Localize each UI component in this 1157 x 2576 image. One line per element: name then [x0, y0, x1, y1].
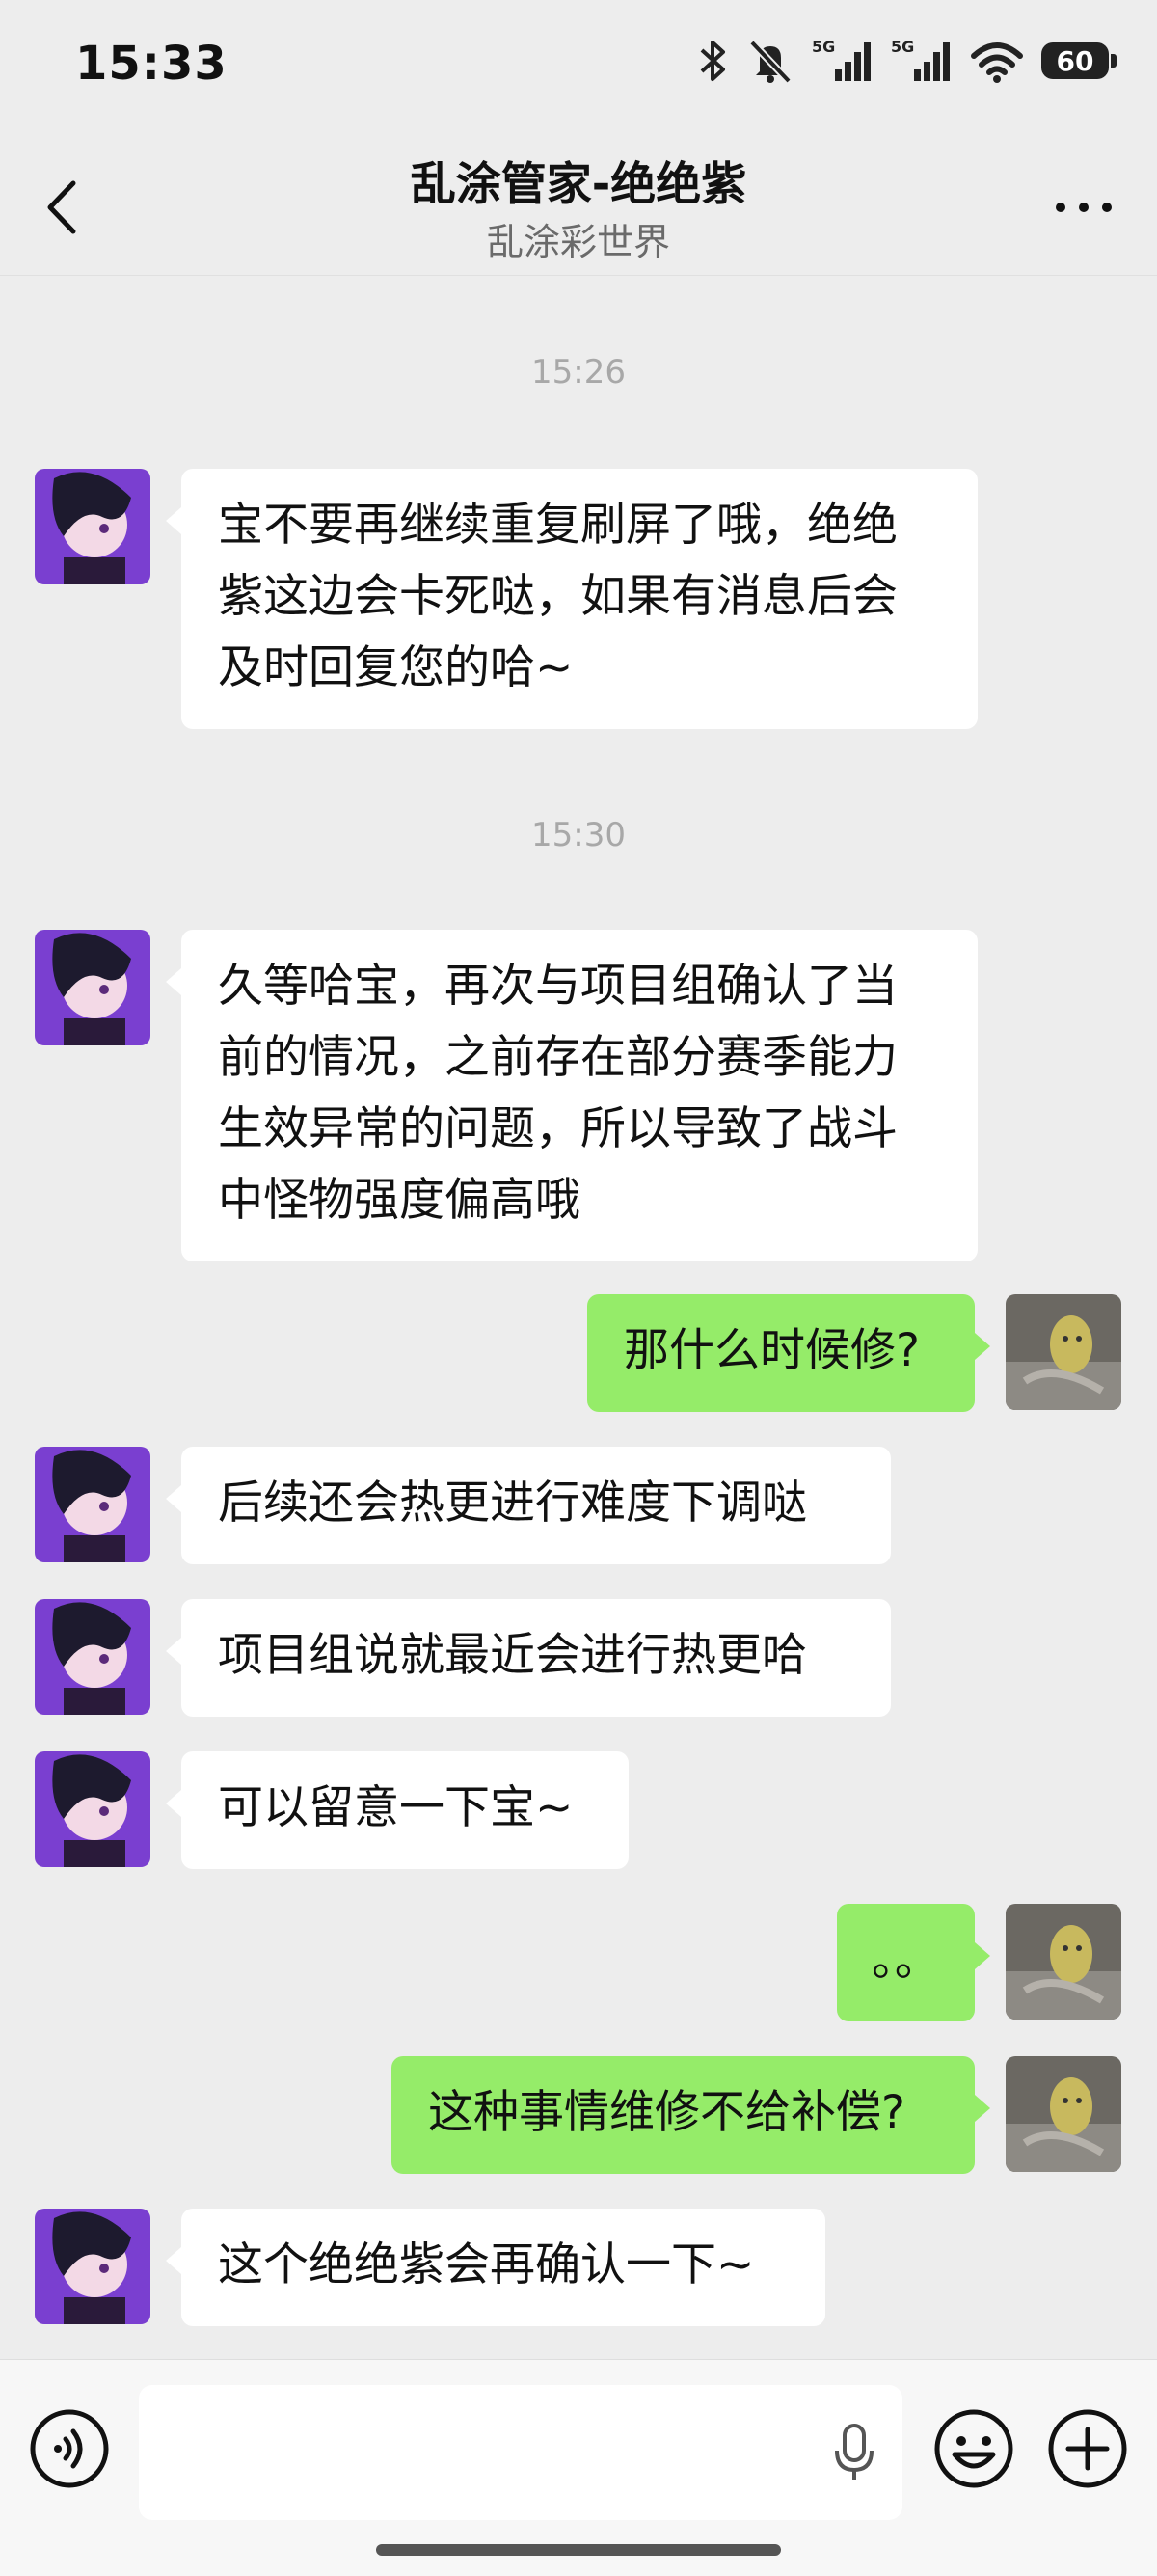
mute-icon: [749, 40, 792, 83]
chat-subtitle: 乱涂彩世界: [486, 221, 670, 263]
message-bubble-incoming[interactable]: 可以留意一下宝~: [166, 1751, 629, 1869]
message-timestamp: 15:26: [531, 353, 626, 392]
agent-avatar[interactable]: [35, 1447, 150, 1562]
more-button[interactable]: [1045, 183, 1122, 231]
chat-header: 乱涂管家-绝绝紫 乱涂彩世界: [0, 135, 1157, 276]
message-timestamp: 15:30: [531, 816, 626, 854]
status-bar: 15:33 5G 5G 60: [0, 0, 1157, 135]
voice-icon: [30, 2409, 109, 2488]
agent-avatar[interactable]: [35, 1751, 150, 1867]
wifi-icon: [971, 42, 1023, 83]
message-bubble-incoming[interactable]: 宝不要再继续重复刷屏了哦，绝绝紫这边会卡死哒，如果有消息后会及时回复您的哈~: [166, 469, 978, 729]
message-bubble-incoming[interactable]: 这个绝绝紫会再确认一下~: [166, 2209, 825, 2326]
message-list[interactable]: 15:26 宝不要再继续重复刷屏了哦，绝绝紫这边会卡死哒，如果有消息后会及时回复…: [0, 276, 1157, 2359]
message-bubble-outgoing[interactable]: 那什么时候修?: [587, 1294, 990, 1412]
message-bubble-outgoing[interactable]: 这种事情维修不给补偿?: [391, 2056, 990, 2174]
home-indicator[interactable]: [376, 2544, 781, 2556]
chat-title: 乱涂管家-绝绝紫: [410, 158, 747, 211]
signal-icon: 5G: [812, 39, 871, 81]
agent-avatar[interactable]: [35, 930, 150, 1045]
plus-icon: [1048, 2409, 1127, 2488]
my-avatar[interactable]: [1006, 1294, 1121, 1410]
emoji-button[interactable]: [931, 2406, 1016, 2491]
message-bubble-incoming[interactable]: 久等哈宝，再次与项目组确认了当前的情况，之前存在部分赛季能力生效异常的问题，所以…: [166, 930, 978, 1261]
message-bubble-incoming[interactable]: 项目组说就最近会进行热更哈: [166, 1599, 891, 1717]
signal-icon-2: 5G: [891, 39, 950, 81]
bluetooth-icon: [700, 41, 725, 81]
agent-avatar[interactable]: [35, 2209, 150, 2324]
status-time: 15:33: [75, 37, 228, 91]
my-avatar[interactable]: [1006, 1904, 1121, 2020]
emoji-icon: [934, 2409, 1013, 2488]
my-avatar[interactable]: [1006, 2056, 1121, 2172]
more-icon: [1056, 203, 1112, 212]
battery-icon: 60: [1041, 42, 1117, 79]
svg-text:5G: 5G: [812, 39, 835, 56]
message-input[interactable]: [139, 2385, 902, 2520]
plus-button[interactable]: [1045, 2406, 1130, 2491]
voice-button[interactable]: [27, 2406, 112, 2491]
message-bubble-incoming[interactable]: 后续还会热更进行难度下调哒: [166, 1447, 891, 1564]
status-icons: 5G 5G 60: [696, 39, 1117, 83]
svg-text:5G: 5G: [891, 39, 914, 56]
message-bubble-outgoing[interactable]: 。。: [837, 1904, 990, 2021]
agent-avatar[interactable]: [35, 469, 150, 584]
agent-avatar[interactable]: [35, 1599, 150, 1715]
mic-icon[interactable]: [833, 2422, 875, 2483]
